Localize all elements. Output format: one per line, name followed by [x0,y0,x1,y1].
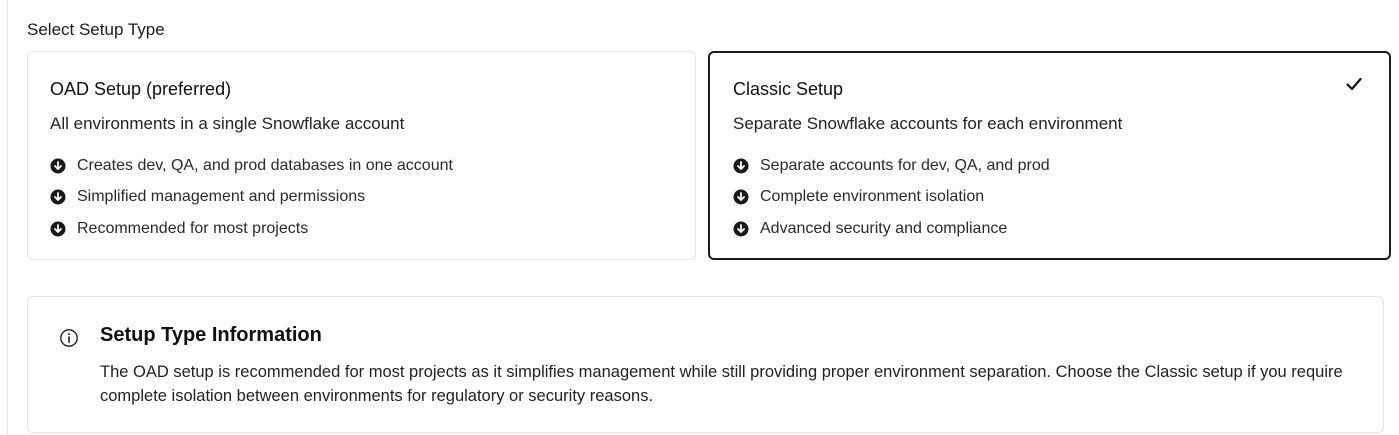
feature-label: Separate accounts for dev, QA, and prod [760,156,1050,174]
section-label: Select Setup Type [27,20,165,39]
arrow-down-circle-icon [733,189,749,205]
feature-label: Simplified management and permissions [77,188,366,206]
option-title: OAD Setup (preferred) [50,79,232,99]
feature-label: Recommended for most projects [77,219,309,237]
feature-item: Separate accounts for dev, QA, and prod [733,150,1050,182]
left-divider [7,0,8,435]
info-circle-icon [60,329,78,347]
setup-option-classic[interactable]: Classic Setup Separate Snowflake account… [708,51,1391,260]
arrow-down-circle-icon [50,158,66,174]
feature-item: Complete environment isolation [733,182,1050,214]
info-text: The OAD setup is recommended for most pr… [100,363,1343,405]
feature-item: Simplified management and permissions [50,182,453,214]
option-title: Classic Setup [733,79,844,99]
arrow-down-circle-icon [50,189,66,205]
feature-label: Creates dev, QA, and prod databases in o… [77,156,453,174]
feature-item: Creates dev, QA, and prod databases in o… [50,150,453,182]
setup-type-page: Select Setup Type OAD Setup (preferred) … [0,0,1399,435]
feature-list: Creates dev, QA, and prod databases in o… [50,150,453,245]
info-title: Setup Type Information [100,324,322,346]
setup-option-oad[interactable]: OAD Setup (preferred) All environments i… [27,51,696,260]
arrow-down-circle-icon [50,221,66,237]
checkmark-icon [1346,77,1362,91]
feature-label: Advanced security and compliance [760,219,1008,237]
feature-label: Complete environment isolation [760,188,985,206]
setup-info-panel: Setup Type Information The OAD setup is … [27,296,1384,433]
arrow-down-circle-icon [733,221,749,237]
feature-item: Advanced security and compliance [733,213,1050,245]
arrow-down-circle-icon [733,158,749,174]
option-description: All environments in a single Snowflake a… [50,114,405,133]
option-description: Separate Snowflake accounts for each env… [733,114,1123,133]
feature-item: Recommended for most projects [50,213,453,245]
feature-list: Separate accounts for dev, QA, and prod … [733,150,1050,245]
